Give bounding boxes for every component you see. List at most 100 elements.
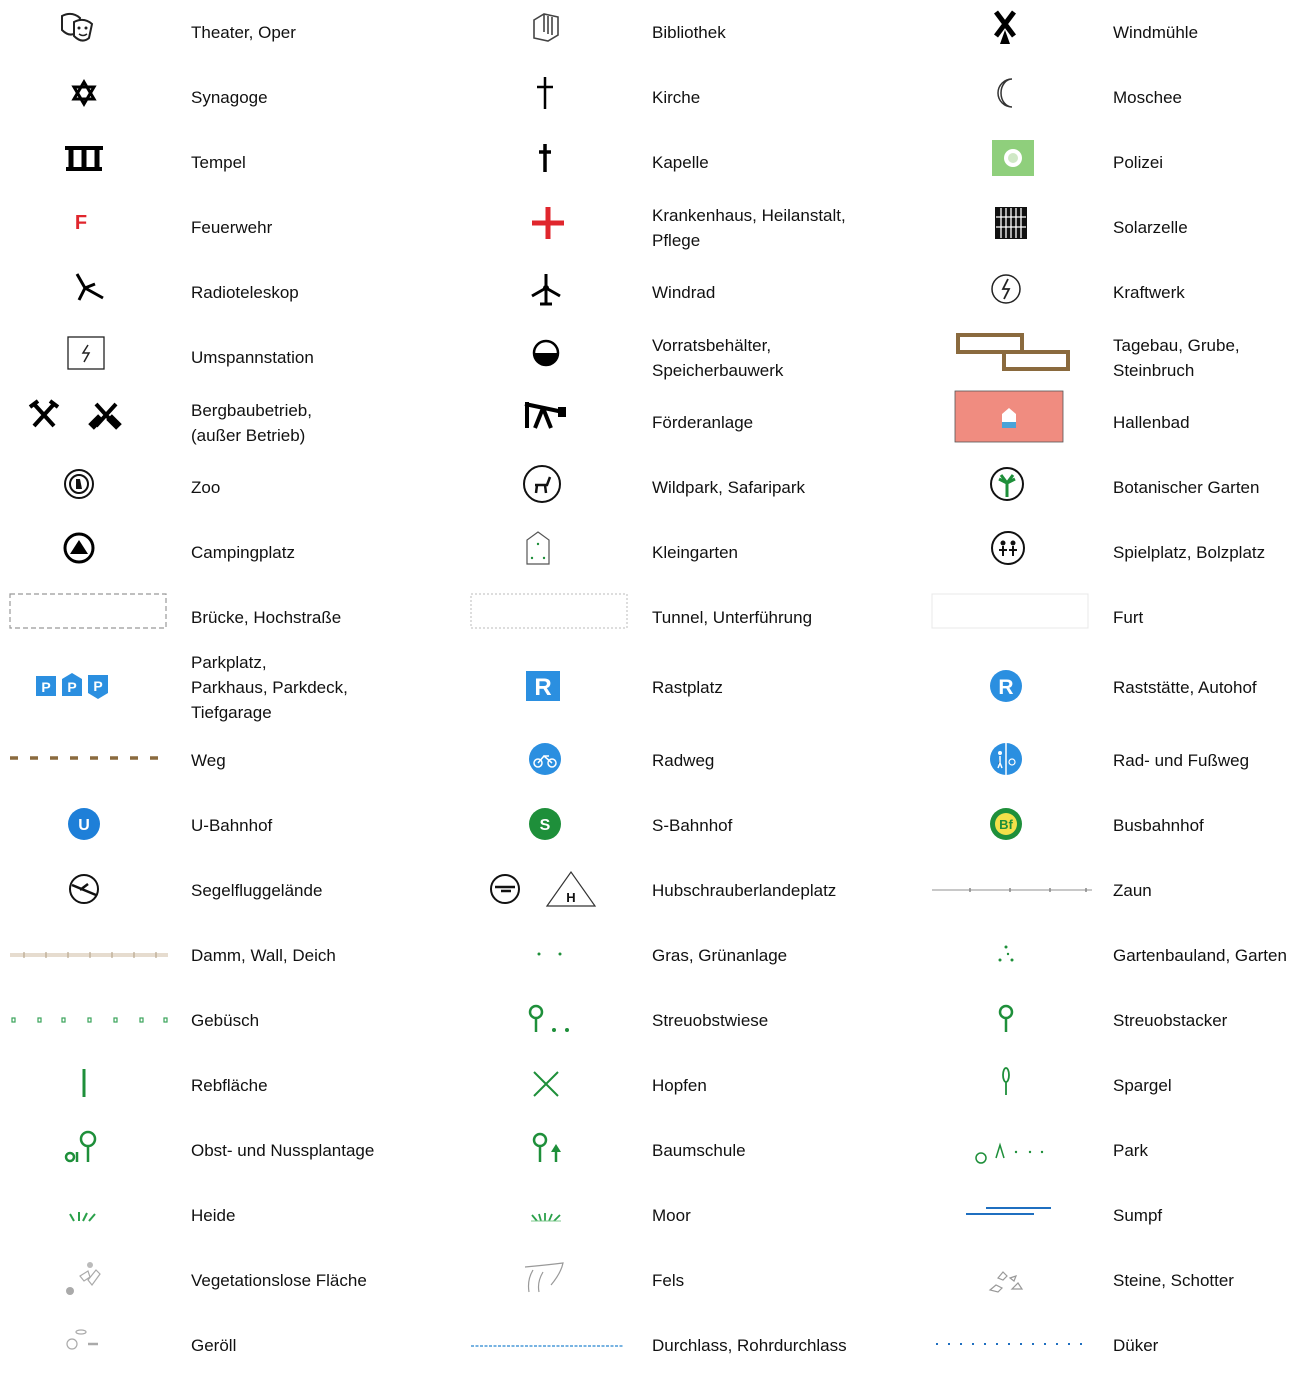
cycle-footway-icon (926, 728, 1094, 793)
storage-tank-icon (465, 325, 633, 390)
legend-label: Synagoge (191, 88, 268, 107)
legend-label: Gras, Grünanlage (652, 946, 788, 965)
legend-label: Kapelle (652, 153, 709, 172)
legend-row: Tempel Kapelle Polizei (0, 130, 1313, 195)
solar-panel-icon (926, 195, 1094, 260)
legend-label: Spielplatz, Bolzplatz (1113, 543, 1266, 562)
svg-text:F: F (75, 212, 87, 234)
legend-label: Sumpf (1113, 1206, 1163, 1225)
culvert-line-icon (465, 1304, 633, 1357)
legend-label: Moschee (1113, 88, 1182, 107)
legend-label: Hopfen (652, 1076, 707, 1095)
fence-line-icon (926, 858, 1094, 923)
legend-row: P P P Parkplatz, Parkhaus, Parkdeck, Tie… (0, 650, 1313, 725)
camping-icon (4, 520, 172, 585)
crescent-icon (926, 65, 1094, 130)
legend-label: Brücke, Hochstraße (191, 608, 342, 627)
siphon-line-icon (926, 1304, 1094, 1357)
legend-row: Obst- und Nussplantage Baumschule Park (0, 1118, 1313, 1183)
park-icon (926, 1118, 1094, 1183)
bus-station-icon: Bf (926, 793, 1094, 858)
legend-label: Düker (1113, 1336, 1159, 1355)
legend-label: Weg (191, 751, 226, 770)
legend-label: Damm, Wall, Deich (191, 946, 336, 965)
legend-label: Durchlass, Rohrdurchlass (652, 1336, 847, 1355)
legend-label: Zaun (1113, 881, 1152, 900)
legend-label: Gartenbauland, Garten (1113, 946, 1287, 965)
suburban-rail-letter: S (540, 817, 551, 834)
playground-icon (926, 520, 1094, 585)
horticulture-dots-icon (926, 923, 1094, 988)
windmill-icon (926, 0, 1094, 65)
legend-label: Tunnel, Unterführung (652, 608, 813, 627)
legend-label: Radioteleskop (191, 283, 299, 302)
mining-hammers-icon (4, 390, 172, 455)
police-icon (926, 130, 1094, 195)
quarry-icon (926, 325, 1094, 390)
legend-row: Campingplatz Kleingarten Spielplatz, Bol… (0, 520, 1313, 585)
legend-label: Bibliothek (652, 23, 726, 42)
parking-letter: P (93, 678, 102, 694)
zoo-icon (4, 455, 172, 520)
legend-label: S-Bahnhof (652, 816, 733, 835)
tunnel-outline-icon (465, 585, 633, 650)
legend-label: Furt (1113, 608, 1144, 627)
subway-letter: U (78, 817, 90, 834)
legend-row: Rebfläche Hopfen Spargel (0, 1053, 1313, 1118)
legend-label: Gebüsch (191, 1011, 260, 1030)
legend-row: Heide Moor Sumpf (0, 1183, 1313, 1248)
service-area-icon: R (926, 655, 1094, 720)
legend-label: Rad- und Fußweg (1113, 751, 1250, 770)
cycleway-icon (465, 728, 633, 793)
tree-nursery-icon (465, 1118, 633, 1183)
legend-label: Bergbaubetrieb, (außer Betrieb) (191, 400, 312, 445)
rest-area-icon: R (465, 655, 633, 720)
legend-row: Zoo Wildpark, Safaripark Botanischer Gar… (0, 455, 1313, 520)
suburban-rail-icon: S (465, 793, 633, 858)
legend-label: Spargel (1113, 1076, 1172, 1095)
legend-label: Moor (652, 1206, 691, 1225)
legend-row: Umspannstation Vorratsbehälter, Speicher… (0, 325, 1313, 390)
legend-label: Kleingarten (652, 543, 739, 562)
hops-icon (465, 1053, 633, 1118)
legend-label: Streuobstacker (1113, 1011, 1228, 1030)
parking-letter: P (41, 679, 50, 695)
theater-masks-icon (4, 0, 172, 65)
legend-label: Solarzelle (1113, 218, 1188, 237)
glider-field-icon (4, 858, 172, 923)
orchard-field-icon (926, 988, 1094, 1053)
wind-turbine-icon (465, 260, 633, 325)
cross-icon (465, 65, 633, 130)
legend-row: F Feuerwehr Krankenhaus, Heilanstalt, Pf… (0, 195, 1313, 260)
legend-label: U-Bahnhof (191, 816, 273, 835)
legend-label: Rastplatz (652, 678, 723, 697)
legend-row: Radioteleskop Windrad Kraftwerk (0, 260, 1313, 325)
bus-station-letters: Bf (999, 817, 1013, 832)
fruit-plantation-icon (4, 1118, 172, 1183)
path-line-icon (4, 728, 172, 793)
heliport-letter: H (566, 890, 575, 905)
indoor-pool-icon (926, 390, 1094, 455)
legend-label: Streuobstwiese (652, 1011, 769, 1030)
library-books-icon (465, 0, 633, 65)
legend-row: Bergbaubetrieb, (außer Betrieb) Förderan… (0, 390, 1313, 455)
legend-label: Wildpark, Safaripark (652, 478, 806, 497)
legend-row: Damm, Wall, Deich Gras, Grünanlage Garte… (0, 923, 1313, 988)
legend-label: Segelfluggelände (191, 881, 323, 900)
botanical-garden-icon (926, 455, 1094, 520)
legend-label: Förderanlage (652, 413, 754, 432)
legend-row: Segelfluggelände H Hubschrauberlandeplat… (0, 858, 1313, 923)
legend-row: Geröll Durchlass, Rohrdurchlass Düker (0, 1300, 1313, 1357)
parking-icons: P P P (4, 655, 172, 720)
legend-label: Parkplatz, Parkhaus, Parkdeck, Tiefgarag… (191, 653, 348, 722)
legend-label: Windrad (652, 283, 716, 302)
legend-label: Windmühle (1113, 23, 1199, 42)
legend-label: Park (1113, 1141, 1148, 1160)
legend-row: U U-Bahnhof S S-Bahnhof Bf Busbahnhof (0, 793, 1313, 858)
shrubs-pattern-icon (4, 988, 172, 1053)
grass-dots-icon (465, 923, 633, 988)
star-of-david-icon (4, 65, 172, 130)
legend-label: Tempel (191, 153, 246, 172)
moor-icon (465, 1183, 633, 1248)
subway-station-icon: U (4, 793, 172, 858)
